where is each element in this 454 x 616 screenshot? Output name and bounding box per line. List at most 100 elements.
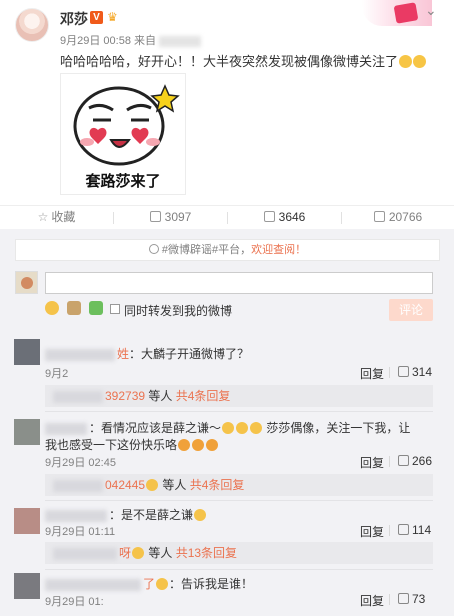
crown-icon (132, 547, 145, 559)
comment-body: ：看情况应该是薛之谦～ (89, 421, 222, 435)
notice-link[interactable]: 欢迎查阅！ (251, 244, 306, 256)
replier-name[interactable]: 042445 (105, 478, 145, 492)
commenter-name-blurred[interactable] (45, 578, 141, 591)
emoji-icon (236, 422, 249, 434)
commenter-avatar[interactable] (14, 419, 40, 445)
sub-replies-mid: 等人 (145, 546, 176, 560)
comment-text: 姓：大麟子开通微博了？ (45, 345, 249, 362)
commenter-name-blurred[interactable] (45, 348, 115, 361)
image-icon[interactable] (67, 301, 81, 315)
comment-input[interactable] (45, 272, 433, 294)
submit-comment-button[interactable]: 评论 (389, 299, 433, 321)
comment-button[interactable]: 3646 (228, 206, 341, 229)
divider (45, 569, 433, 570)
weibo-post: 邓莎 V ♛ ⌄ 9月29日 00:58 来自 哈哈哈哈哈，好开心！！大半夜突然… (0, 0, 454, 230)
comment-like-count: 73 (412, 592, 426, 606)
sub-replies[interactable]: 042445 等人 共4条回复 (45, 474, 433, 496)
sub-replies[interactable]: 392739 等人 共4条回复 (45, 385, 433, 407)
comment-like-button[interactable]: 73 (398, 592, 425, 606)
divider (389, 525, 390, 536)
replier-name-blurred (53, 547, 117, 560)
laugh-emoji-icon (206, 439, 219, 451)
comment-body: ：告诉我是谁！ (169, 577, 254, 591)
repost-checkbox[interactable] (110, 304, 120, 314)
post-action-bar: ☆ 收藏 3097 3646 20766 (0, 205, 454, 230)
commenter-name-blurred[interactable] (45, 509, 107, 522)
commenter-name-blurred[interactable] (45, 422, 87, 435)
commenter-name[interactable]: 姓 (117, 347, 129, 361)
chevron-down-icon[interactable]: ⌄ (425, 2, 437, 19)
comment-time: 9月29日 02:45 (45, 457, 116, 469)
divider (45, 411, 433, 412)
sub-replies-mid: 等人 (159, 478, 190, 492)
sub-replies-mid: 等人 (145, 389, 176, 403)
author-name[interactable]: 邓莎 (60, 9, 88, 29)
comment-area: #微博辟谣#平台，欢迎查阅！ 同时转发到我的微博 评论 姓：大麟子开通微博了？ … (0, 229, 454, 616)
divider (45, 500, 433, 501)
reply-button[interactable]: 回复 (360, 365, 384, 382)
post-text: 哈哈哈哈哈，好开心！！大半夜突然发现被偶像微博关注了 (60, 51, 427, 70)
sub-replies-link[interactable]: 共13条回复 (176, 546, 237, 560)
replier-name-blurred (53, 479, 103, 492)
comment-text-line2: 我也感受一下这份快乐咯 (45, 436, 219, 453)
post-text-body: 哈哈哈哈哈，好开心！！大半夜突然发现被偶像微博关注了 (60, 54, 399, 69)
commenter-name[interactable]: 了 (143, 577, 155, 591)
sticker-image[interactable]: 套路莎来了 (60, 73, 186, 195)
comment-like-count: 314 (412, 365, 433, 379)
comment-icon (263, 211, 275, 222)
post-date[interactable]: 9月29日 00:58 来自 (60, 35, 156, 47)
comment-like-button[interactable]: 266 (398, 454, 432, 468)
comment-like-count: 114 (412, 523, 432, 537)
reply-button[interactable]: 回复 (360, 592, 384, 609)
laugh-emoji-icon (399, 55, 413, 68)
my-avatar[interactable] (15, 271, 38, 294)
commenter-avatar[interactable] (14, 573, 40, 599)
commenter-avatar[interactable] (14, 339, 40, 365)
commenter-avatar[interactable] (14, 508, 40, 534)
like-button[interactable]: 20766 (342, 206, 454, 229)
emoji-icon[interactable] (45, 301, 59, 315)
comment-like-count: 266 (412, 454, 433, 468)
verified-badge-icon: V (90, 11, 103, 24)
comment-like-button[interactable]: 314 (398, 365, 432, 379)
replier-name[interactable]: 呀 (119, 546, 131, 560)
repost-button[interactable]: 3097 (114, 206, 227, 229)
reply-button[interactable]: 回复 (360, 454, 384, 471)
sticker-caption: 套路莎来了 (85, 173, 161, 190)
sub-replies-link[interactable]: 共4条回复 (176, 389, 231, 403)
comment-time: 9月29日 01:11 (45, 526, 116, 538)
favorite-label: 收藏 (51, 210, 76, 224)
laugh-emoji-icon (413, 55, 427, 68)
reply-button[interactable]: 回复 (360, 523, 384, 540)
repost-icon (149, 211, 161, 222)
info-icon (148, 244, 159, 254)
comment-time: 9月29日 01: (45, 596, 104, 608)
thumbs-up-icon (398, 366, 409, 377)
source-blurred (159, 35, 202, 47)
repost-count: 3097 (164, 210, 192, 224)
comment-body-line2: 我也感受一下这份快乐咯 (45, 438, 178, 452)
thumbs-up-icon (398, 524, 409, 535)
favorite-button[interactable]: ☆ 收藏 (0, 206, 113, 229)
laugh-emoji-icon (178, 439, 191, 451)
sub-replies-link[interactable]: 共4条回复 (190, 478, 245, 492)
repost-checkbox-label[interactable]: 同时转发到我的微博 (124, 302, 232, 319)
comment-count: 3646 (278, 210, 306, 224)
comment-text: ：是不是薛之谦 (45, 506, 207, 523)
author-avatar[interactable] (15, 8, 49, 42)
thumbs-up-icon (398, 455, 409, 466)
emoji-icon (194, 509, 207, 521)
divider (389, 456, 390, 467)
comment-body: ：是不是薛之谦 (109, 508, 194, 522)
sub-replies[interactable]: 呀 等人 共13条回复 (45, 542, 433, 564)
emoji-icon (222, 422, 235, 434)
divider (389, 367, 390, 378)
emoji-icon (250, 422, 263, 434)
photo-icon[interactable] (89, 301, 103, 315)
replier-name[interactable]: 392739 (105, 389, 145, 403)
thumbs-up-icon (373, 211, 385, 222)
divider (389, 594, 390, 605)
comment-like-button[interactable]: 114 (398, 523, 431, 537)
comment-body: ：大麟子开通微博了？ (129, 347, 250, 361)
crown-icon (146, 479, 159, 491)
